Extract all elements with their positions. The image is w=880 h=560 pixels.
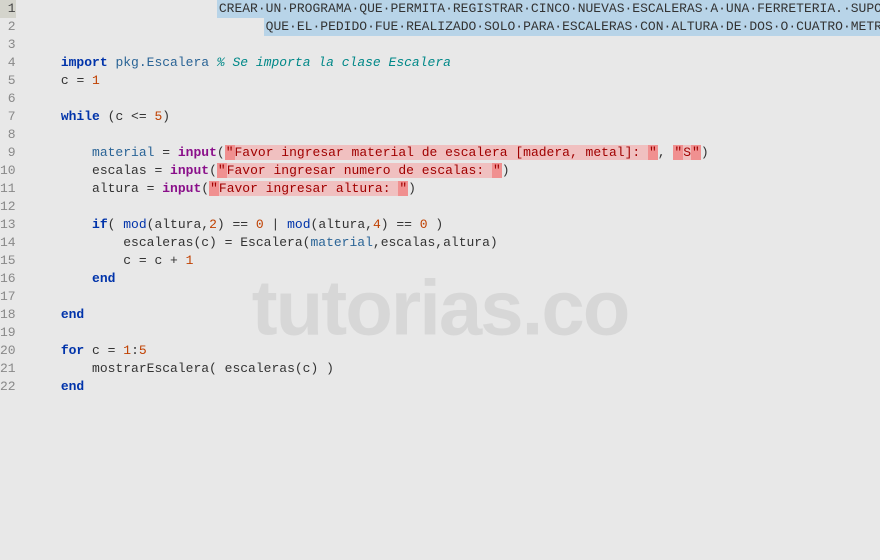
line-number[interactable]: 3	[0, 36, 16, 54]
header-comment-1: CREAR·UN·PROGRAMA·QUE·PERMITA·REGISTRAR·…	[217, 0, 880, 18]
line-number[interactable]: 11	[0, 180, 16, 198]
line-number[interactable]: 9	[0, 144, 16, 162]
code-line-6[interactable]	[30, 90, 880, 108]
code-line-11[interactable]: altura = input("Favor ingresar altura: "…	[30, 180, 880, 198]
code-line-22[interactable]: end	[30, 378, 880, 396]
code-line-18[interactable]: end	[30, 306, 880, 324]
code-line-21[interactable]: mostrarEscalera( escaleras(c) )	[30, 360, 880, 378]
code-editor: 1 2 3 4 5 6 7 8 9 10 11 12 13 14 15 16 1…	[0, 0, 880, 560]
code-line-13[interactable]: if( mod(altura,2) == 0 | mod(altura,4) =…	[30, 216, 880, 234]
code-line-20[interactable]: for c = 1:5	[30, 342, 880, 360]
line-number[interactable]: 5	[0, 72, 16, 90]
line-number[interactable]: 13	[0, 216, 16, 234]
code-line-9[interactable]: material = input("Favor ingresar materia…	[30, 144, 880, 162]
line-number[interactable]: 21	[0, 360, 16, 378]
code-line-5[interactable]: c = 1	[30, 72, 880, 90]
line-number[interactable]: 1	[0, 0, 16, 18]
code-line-17[interactable]	[30, 288, 880, 306]
line-number[interactable]: 18	[0, 306, 16, 324]
code-line-8[interactable]	[30, 126, 880, 144]
line-number[interactable]: 22	[0, 378, 16, 396]
line-number[interactable]: 7	[0, 108, 16, 126]
line-number[interactable]: 14	[0, 234, 16, 252]
line-number-gutter: 1 2 3 4 5 6 7 8 9 10 11 12 13 14 15 16 1…	[0, 0, 24, 560]
code-line-16[interactable]: end	[30, 270, 880, 288]
line-number[interactable]: 4	[0, 54, 16, 72]
code-line-7[interactable]: while (c <= 5)	[30, 108, 880, 126]
line-number[interactable]: 17	[0, 288, 16, 306]
line-number[interactable]: 20	[0, 342, 16, 360]
code-line-2[interactable]: QUE·EL·PEDIDO·FUE·REALIZADO·SOLO·PARA·ES…	[30, 18, 880, 36]
code-line-10[interactable]: escalas = input("Favor ingresar numero d…	[30, 162, 880, 180]
code-line-15[interactable]: c = c + 1	[30, 252, 880, 270]
header-comment-2: QUE·EL·PEDIDO·FUE·REALIZADO·SOLO·PARA·ES…	[264, 18, 880, 36]
code-line-12[interactable]	[30, 198, 880, 216]
line-number[interactable]: 12	[0, 198, 16, 216]
line-number[interactable]: 15	[0, 252, 16, 270]
code-line-14[interactable]: escaleras(c) = Escalera(material,escalas…	[30, 234, 880, 252]
line-number[interactable]: 16	[0, 270, 16, 288]
line-number[interactable]: 19	[0, 324, 16, 342]
code-line-19[interactable]	[30, 324, 880, 342]
code-line-4[interactable]: import pkg.Escalera % Se importa la clas…	[30, 54, 880, 72]
line-number[interactable]: 10	[0, 162, 16, 180]
line-number[interactable]: 2	[0, 18, 16, 36]
line-number[interactable]: 6	[0, 90, 16, 108]
code-line-3[interactable]	[30, 36, 880, 54]
code-area[interactable]: CREAR·UN·PROGRAMA·QUE·PERMITA·REGISTRAR·…	[24, 0, 880, 560]
line-number[interactable]: 8	[0, 126, 16, 144]
code-line-1[interactable]: CREAR·UN·PROGRAMA·QUE·PERMITA·REGISTRAR·…	[30, 0, 880, 18]
